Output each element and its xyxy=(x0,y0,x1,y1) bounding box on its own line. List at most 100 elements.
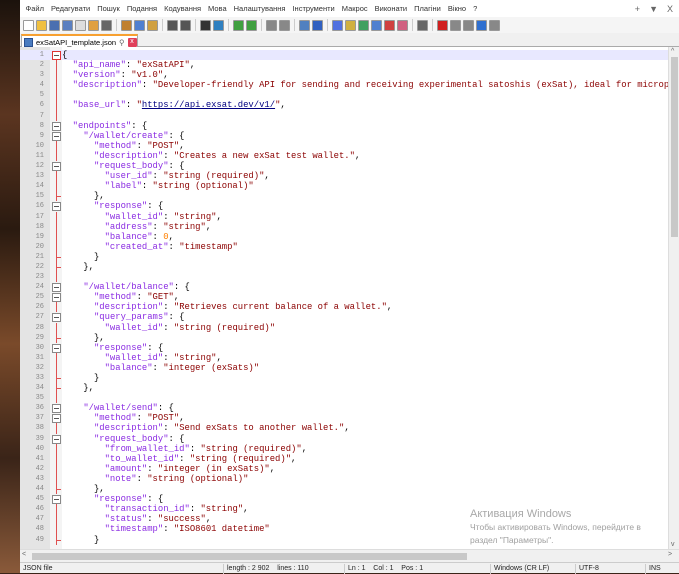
code-line[interactable]: 15 }, xyxy=(20,191,668,202)
fold-toggle-icon[interactable] xyxy=(52,50,61,61)
code-line[interactable]: 23 xyxy=(20,272,668,283)
sync-h-icon[interactable] xyxy=(279,19,290,31)
open-icon[interactable] xyxy=(36,19,47,31)
code-line[interactable]: 28 "wallet_id": "string (required)" xyxy=(20,322,668,333)
code-line[interactable]: 32 "balance": "integer (exSats)" xyxy=(20,362,668,373)
func-list-icon[interactable] xyxy=(371,19,382,31)
code-line[interactable]: 1{ xyxy=(20,50,668,61)
paste-icon[interactable] xyxy=(147,19,158,31)
code-line[interactable]: 17 "wallet_id": "string", xyxy=(20,211,668,222)
pin-icon[interactable]: ⚲ xyxy=(119,38,125,47)
fold-toggle-icon[interactable] xyxy=(52,434,61,444)
zoom-in-icon[interactable] xyxy=(233,19,244,31)
tab-exsatapi-template[interactable]: exSatAPI_template.json ⚲ x xyxy=(21,34,138,48)
vertical-scroll-thumb[interactable] xyxy=(671,57,678,237)
code-line[interactable]: 39 "request_body": { xyxy=(20,434,668,444)
add-window-icon[interactable]: + xyxy=(635,4,640,14)
code-line[interactable]: 3 "version": "v1.0", xyxy=(20,70,668,81)
record-icon[interactable] xyxy=(417,19,428,31)
code-line[interactable]: 8 "endpoints": { xyxy=(20,121,668,131)
close-all-icon[interactable] xyxy=(88,19,99,31)
menu-item-0[interactable]: Файл xyxy=(22,4,47,13)
undo-icon[interactable] xyxy=(167,19,178,31)
fold-toggle-icon[interactable] xyxy=(52,403,61,414)
code-line[interactable]: 24 "/wallet/balance": { xyxy=(20,282,668,293)
scroll-right-icon[interactable]: > xyxy=(668,551,672,558)
save-macro-icon[interactable] xyxy=(476,19,487,31)
close-tab-icon[interactable]: x xyxy=(127,37,137,47)
replace-icon[interactable] xyxy=(213,19,224,31)
code-line[interactable]: 6 "base_url": "https://api.exsat.dev/v1/… xyxy=(20,100,668,111)
sync-v-icon[interactable] xyxy=(266,19,277,31)
code-line[interactable]: 40 "from_wallet_id": "string (required)"… xyxy=(20,443,668,454)
code-line[interactable]: 10 "method": "POST", xyxy=(20,140,668,151)
menu-item-5[interactable]: Мова xyxy=(205,4,231,13)
close-icon[interactable] xyxy=(75,19,86,31)
code-line[interactable]: 11 "description": "Creates a new exSat t… xyxy=(20,150,668,162)
code-line[interactable]: 44 }, xyxy=(20,484,668,495)
code-line[interactable]: 34 }, xyxy=(20,383,668,394)
code-line[interactable]: 20 "created_at": "timestamp" xyxy=(20,241,668,252)
scroll-down-icon[interactable]: v xyxy=(671,541,675,548)
code-line[interactable]: 5 xyxy=(20,90,668,101)
fold-toggle-icon[interactable] xyxy=(52,343,61,353)
code-line[interactable]: 14 "label": "string (optional)" xyxy=(20,181,668,192)
stop-icon[interactable] xyxy=(437,19,448,31)
fold-toggle-icon[interactable] xyxy=(52,292,61,303)
menu-item-2[interactable]: Пошук xyxy=(94,4,124,13)
code-line[interactable]: 41 "to_wallet_id": "string (required)", xyxy=(20,453,668,464)
code-line[interactable]: 33 } xyxy=(20,373,668,384)
code-line[interactable]: 45 "response": { xyxy=(20,494,668,505)
menu-item-7[interactable]: Інструменти xyxy=(289,4,338,13)
fold-toggle-icon[interactable] xyxy=(52,413,61,424)
doc-map-icon[interactable] xyxy=(358,19,369,31)
code-line[interactable]: 38 "description": "Send exSats to anothe… xyxy=(20,423,668,434)
code-line[interactable]: 25 "method": "GET", xyxy=(20,292,668,303)
fold-toggle-icon[interactable] xyxy=(52,161,61,172)
code-line[interactable]: 43 "note": "string (optional)" xyxy=(20,473,668,485)
code-line[interactable]: 36 "/wallet/send": { xyxy=(20,403,668,414)
menu-item-1[interactable]: Редагувати xyxy=(47,4,93,13)
code-line[interactable]: 27 "query_params": { xyxy=(20,312,668,323)
code-line[interactable]: 2 "api_name": "exSatAPI", xyxy=(20,60,668,71)
code-line[interactable]: 13 "user_id": "string (required)", xyxy=(20,171,668,182)
print-icon[interactable] xyxy=(101,19,112,31)
copy-icon[interactable] xyxy=(134,19,145,31)
menu-item-4[interactable]: Кодування xyxy=(161,4,205,13)
save-all-icon[interactable] xyxy=(62,19,73,31)
word-wrap-icon[interactable] xyxy=(299,19,310,31)
indent-guide-icon[interactable] xyxy=(332,19,343,31)
menu-item-3[interactable]: Подання xyxy=(123,4,160,13)
code-line[interactable]: 4 "description": "Developer-friendly API… xyxy=(20,80,679,91)
code-line[interactable]: 7 xyxy=(20,110,668,121)
code-line[interactable]: 29 }, xyxy=(20,332,668,343)
folder-workspace-icon[interactable] xyxy=(384,19,395,31)
redo-icon[interactable] xyxy=(180,19,191,31)
code-line[interactable]: 18 "address": "string", xyxy=(20,221,668,232)
code-line[interactable]: 9 "/wallet/create": { xyxy=(20,131,668,141)
play-multi-icon[interactable] xyxy=(463,19,474,31)
code-line[interactable]: 42 "amount": "integer (in exSats)", xyxy=(20,463,668,474)
menu-item-8[interactable]: Макрос xyxy=(338,4,371,13)
menu-item-9[interactable]: Виконати xyxy=(371,4,411,13)
new-icon[interactable] xyxy=(23,19,34,31)
menu-item-6[interactable]: Налаштування xyxy=(230,4,289,13)
code-editor[interactable]: 1{2 "api_name": "exSatAPI", 3 "version": … xyxy=(20,47,679,549)
show-all-icon[interactable] xyxy=(312,19,323,31)
horizontal-scroll-thumb[interactable] xyxy=(32,553,467,560)
base-url-link[interactable]: https://api.exsat.dev/v1/ xyxy=(142,100,275,110)
fold-toggle-icon[interactable] xyxy=(52,494,61,505)
code-line[interactable]: 26 "description": "Retrieves current bal… xyxy=(20,302,668,313)
code-line[interactable]: 19 "balance": 0, xyxy=(20,231,668,242)
cut-icon[interactable] xyxy=(121,19,132,31)
fold-toggle-icon[interactable] xyxy=(52,312,61,323)
dropdown-window-icon[interactable]: ▼ xyxy=(649,4,658,14)
menu-item-12[interactable]: ? xyxy=(470,4,481,13)
code-line[interactable]: 37 "method": "POST", xyxy=(20,413,668,424)
code-line[interactable]: 30 "response": { xyxy=(20,343,668,353)
fold-toggle-icon[interactable] xyxy=(52,201,61,212)
code-line[interactable]: 21 } xyxy=(20,251,668,262)
vertical-scrollbar[interactable]: ^ v xyxy=(668,47,679,549)
horizontal-scrollbar[interactable]: < > xyxy=(20,549,679,562)
zoom-out-icon[interactable] xyxy=(246,19,257,31)
